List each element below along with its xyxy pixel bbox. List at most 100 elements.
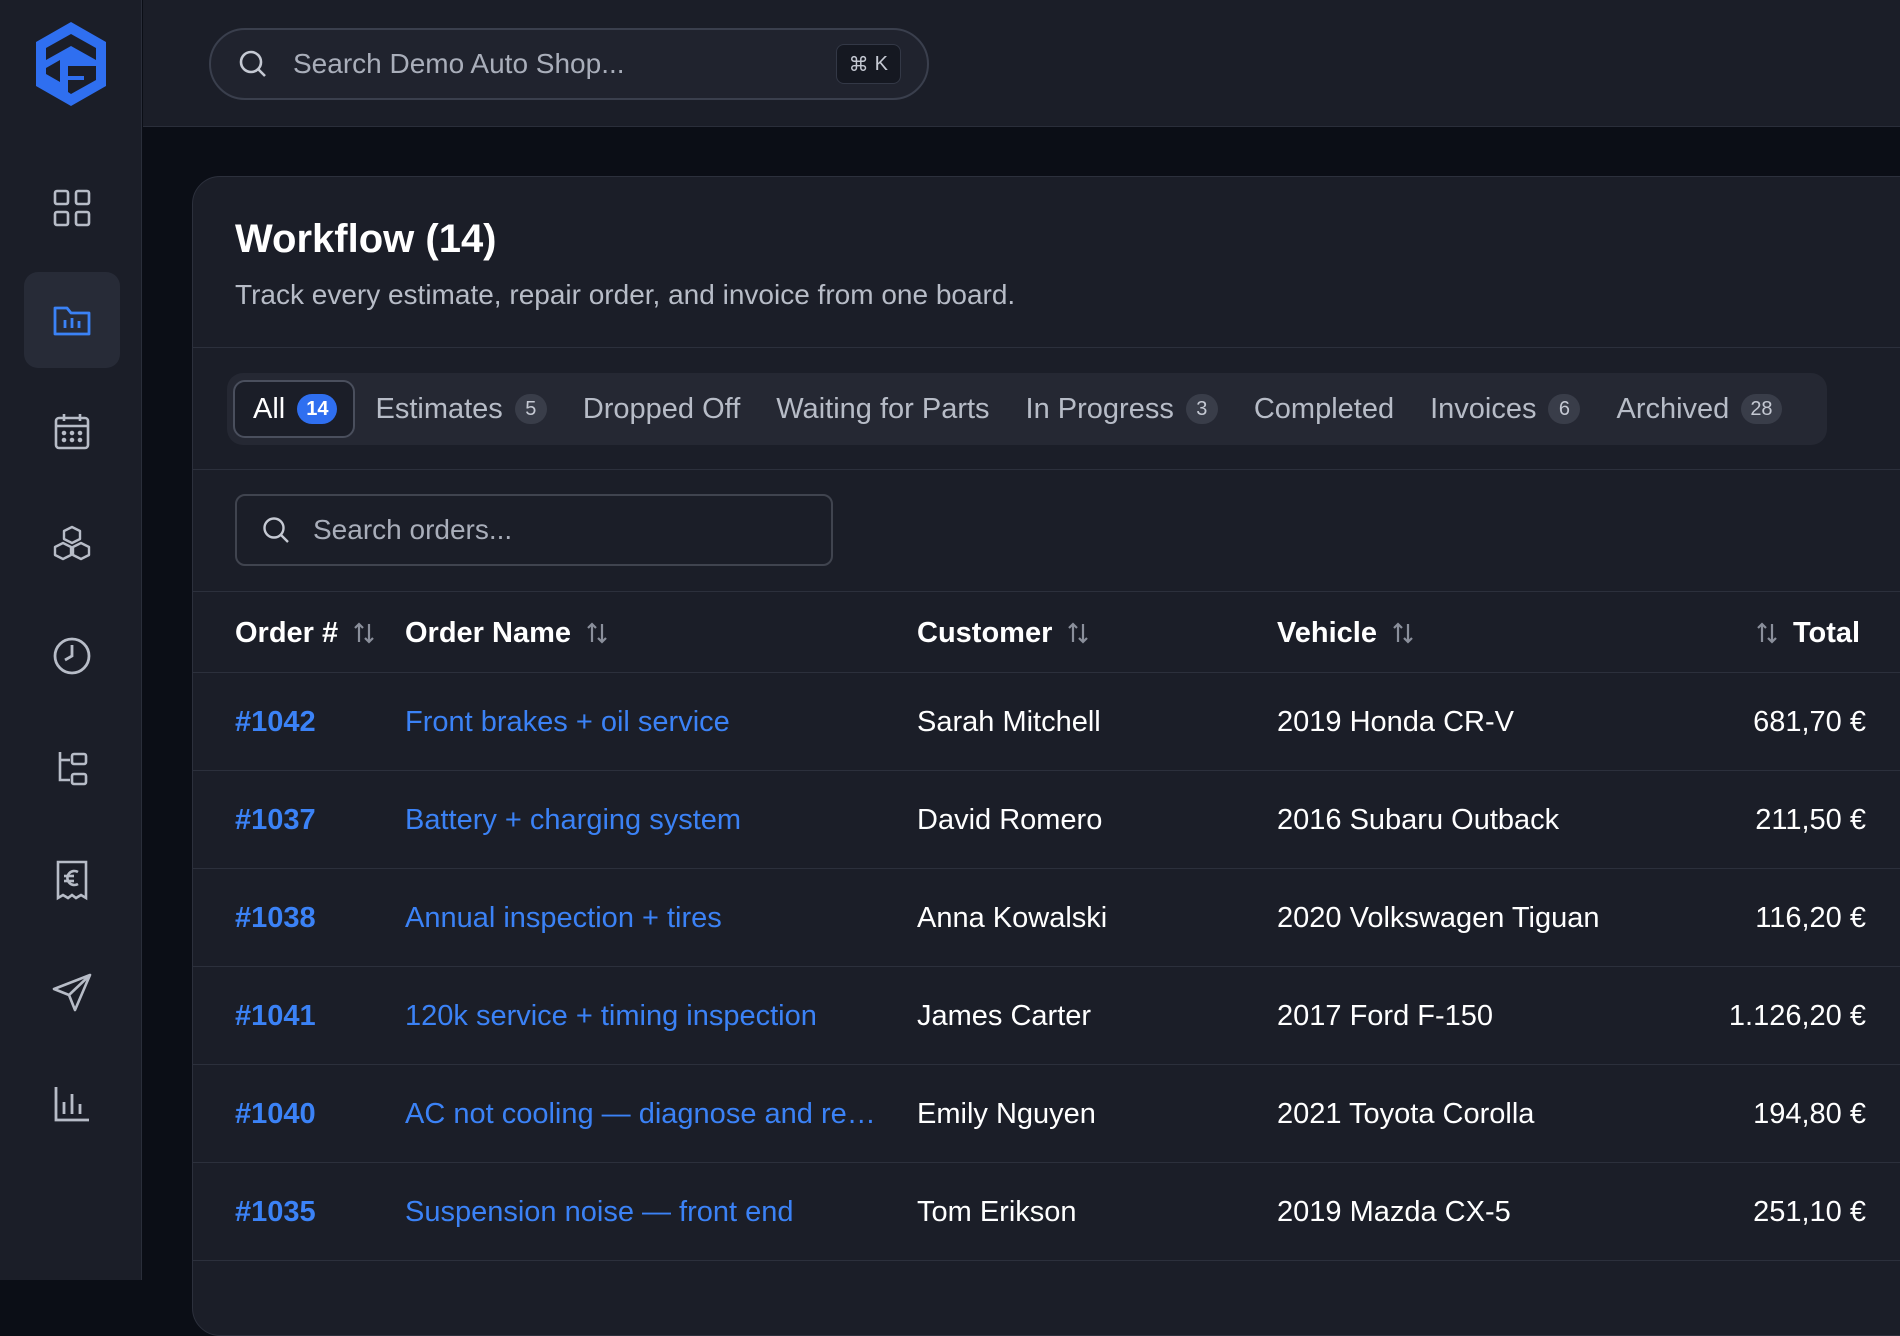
sidebar-item-reports[interactable] <box>24 1056 120 1152</box>
column-label: Vehicle <box>1277 616 1377 649</box>
tab-count-badge: 28 <box>1741 394 1782 424</box>
vehicle-cell: 2019 Honda CR-V <box>1277 705 1514 738</box>
table-row[interactable]: #1040 AC not cooling — diagnose and rech… <box>193 1065 1900 1163</box>
vehicle-cell: 2017 Ford F-150 <box>1277 999 1494 1032</box>
status-tabs: All 14 Estimates 5 Dropped Off Waiting f… <box>227 373 1827 445</box>
order-name-link[interactable]: 120k service + timing inspection <box>405 967 883 1065</box>
customer-cell: Sarah Mitchell <box>917 705 1101 738</box>
column-header-order-no[interactable]: Order # <box>235 592 378 674</box>
customer-cell: David Romero <box>917 803 1103 836</box>
sort-icon[interactable] <box>350 619 378 647</box>
orders-search-input[interactable]: Search orders... <box>235 494 833 566</box>
order-name-link[interactable]: Annual inspection + tires <box>405 869 883 967</box>
order-name-link[interactable]: Battery + charging system <box>405 771 883 869</box>
sidebar-item-send[interactable] <box>24 944 120 1040</box>
tab-label: Estimates <box>375 392 503 425</box>
sidebar-item-dashboard[interactable] <box>24 160 120 256</box>
table-row[interactable]: #1035 Suspension noise — front end Tom E… <box>193 1163 1900 1261</box>
tab-label: Invoices <box>1430 392 1537 425</box>
global-search-placeholder: Search Demo Auto Shop... <box>293 48 625 79</box>
bar-chart-icon <box>54 1087 89 1122</box>
order-name-text: Annual inspection + tires <box>405 901 722 934</box>
euro-receipt-icon <box>56 860 88 901</box>
vehicle-cell: 2016 Subaru Outback <box>1277 803 1560 836</box>
tab-count-badge: 14 <box>297 394 338 424</box>
column-label: Total <box>1793 616 1861 649</box>
tab-waiting-for-parts[interactable]: Waiting for Parts <box>758 380 1005 438</box>
order-name-text: Front brakes + oil service <box>405 705 730 738</box>
order-number-link[interactable]: #1037 <box>235 771 316 869</box>
column-header-customer[interactable]: Customer <box>917 592 1092 674</box>
table-header: Order # Order Name Customer Vehicle Tota… <box>193 591 1900 673</box>
sidebar-item-time[interactable] <box>24 608 120 704</box>
column-header-vehicle[interactable]: Vehicle <box>1277 592 1417 674</box>
order-number-link[interactable]: #1035 <box>235 1163 316 1261</box>
customer-cell: James Carter <box>917 999 1092 1032</box>
column-header-order-name[interactable]: Order Name <box>405 592 611 674</box>
tab-label: All <box>253 392 286 425</box>
column-label: Customer <box>917 616 1053 649</box>
sidebar-item-workflow[interactable] <box>24 272 120 368</box>
order-number-link[interactable]: #1041 <box>235 967 316 1065</box>
customer-cell: Emily Nguyen <box>917 1097 1096 1130</box>
sidebar-item-calendar[interactable] <box>24 384 120 480</box>
tab-all[interactable]: All 14 <box>233 380 356 438</box>
page-title: Workflow (14) <box>235 217 497 261</box>
order-name-link[interactable]: AC not cooling — diagnose and rech... <box>405 1065 883 1163</box>
tab-label: Waiting for Parts <box>776 392 990 425</box>
vehicle-cell: 2020 Volkswagen Tiguan <box>1277 901 1600 934</box>
hierarchy-icon <box>58 752 88 786</box>
total-cell: 211,50 € <box>1755 803 1866 836</box>
workflow-card: Workflow (14) Track every estimate, repa… <box>192 176 1900 1336</box>
app-logo-icon[interactable] <box>32 20 110 108</box>
page-subtitle: Track every estimate, repair order, and … <box>235 279 1016 310</box>
sidebar-item-hierarchy[interactable] <box>24 720 120 816</box>
tab-count-badge: 3 <box>1185 394 1218 424</box>
order-name-link[interactable]: Suspension noise — front end <box>405 1163 883 1261</box>
sort-icon[interactable] <box>583 619 611 647</box>
calendar-icon <box>54 414 90 450</box>
keyboard-shortcut-hint: ⌘ K <box>835 44 901 84</box>
sidebar <box>0 0 142 1280</box>
column-label: Order # <box>235 616 339 649</box>
inventory-boxes-icon <box>53 525 91 561</box>
tab-invoices[interactable]: Invoices 6 <box>1412 380 1596 438</box>
tab-dropped-off[interactable]: Dropped Off <box>565 380 756 438</box>
order-number-link[interactable]: #1042 <box>235 673 316 771</box>
total-cell: 251,10 € <box>1753 1195 1866 1228</box>
column-header-total[interactable]: Total <box>1753 592 1860 674</box>
tabs-divider <box>193 469 1900 470</box>
global-search-input[interactable]: Search Demo Auto Shop... ⌘ K <box>209 28 929 100</box>
column-label: Order Name <box>405 616 572 649</box>
tab-label: In Progress <box>1025 392 1174 425</box>
tab-completed[interactable]: Completed <box>1236 380 1410 438</box>
table-row[interactable]: #1041 120k service + timing inspection J… <box>193 967 1900 1065</box>
orders-search-placeholder: Search orders... <box>313 514 513 545</box>
send-icon <box>52 973 92 1012</box>
sort-icon[interactable] <box>1389 619 1417 647</box>
order-name-text: AC not cooling — diagnose and rech... <box>405 1097 883 1130</box>
vehicle-cell: 2019 Mazda CX-5 <box>1277 1195 1511 1228</box>
tab-count-badge: 6 <box>1548 394 1581 424</box>
table-row[interactable]: #1038 Annual inspection + tires Anna Kow… <box>193 869 1900 967</box>
sidebar-item-invoices[interactable] <box>24 832 120 928</box>
header-divider <box>193 347 1900 348</box>
sort-icon[interactable] <box>1064 619 1092 647</box>
table-row[interactable]: #1042 Front brakes + oil service Sarah M… <box>193 673 1900 771</box>
shortcut-key: K <box>874 52 888 75</box>
tab-count-badge: 5 <box>514 394 547 424</box>
table-row[interactable]: #1037 Battery + charging system David Ro… <box>193 771 1900 869</box>
tab-estimates[interactable]: Estimates 5 <box>357 380 562 438</box>
total-cell: 116,20 € <box>1755 901 1866 934</box>
order-number-link[interactable]: #1040 <box>235 1065 316 1163</box>
sort-icon[interactable] <box>1753 619 1781 647</box>
tab-in-progress[interactable]: In Progress 3 <box>1008 380 1234 438</box>
order-number-link[interactable]: #1038 <box>235 869 316 967</box>
order-name-link[interactable]: Front brakes + oil service <box>405 673 883 771</box>
clock-icon <box>53 637 91 675</box>
top-bar: Search Demo Auto Shop... ⌘ K <box>143 0 1900 127</box>
workflow-folder-icon <box>53 306 91 336</box>
sidebar-item-inventory[interactable] <box>24 496 120 592</box>
dashboard-grid-icon <box>53 189 91 227</box>
tab-archived[interactable]: Archived 28 <box>1598 380 1797 438</box>
